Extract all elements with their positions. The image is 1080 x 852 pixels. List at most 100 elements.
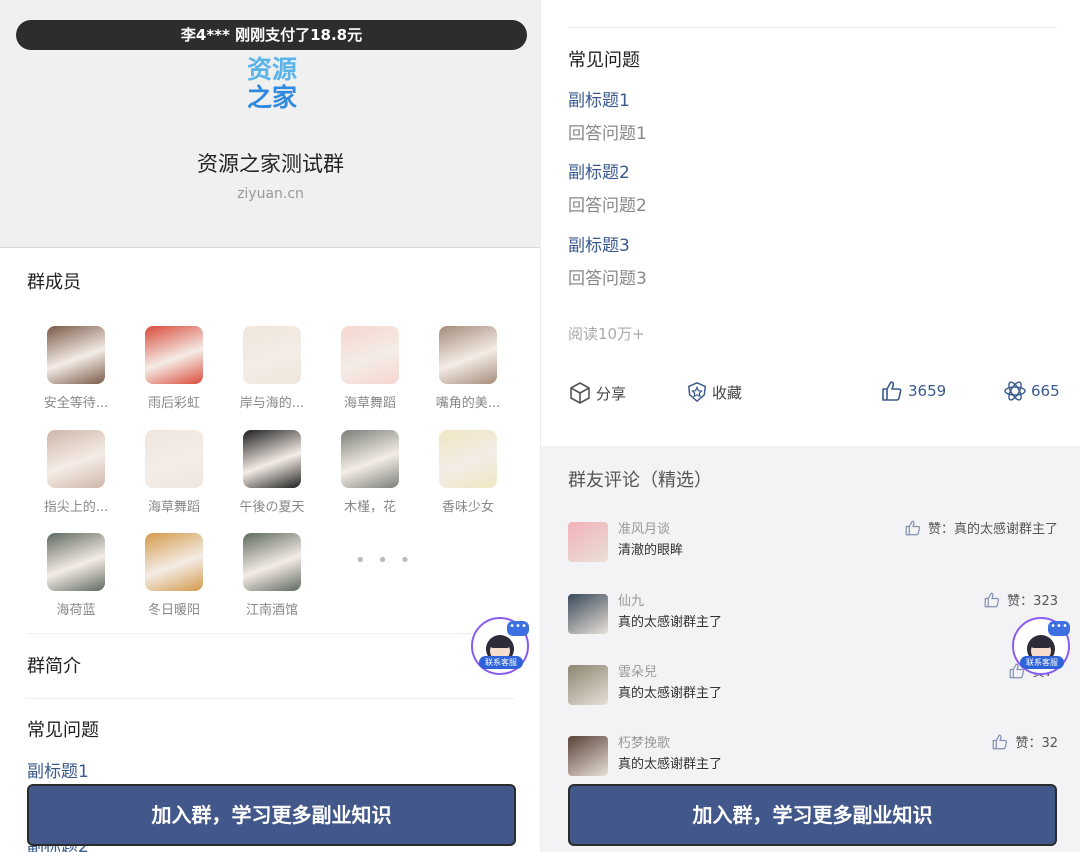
comment-user: 仙九	[618, 594, 645, 609]
watch-button[interactable]: 665	[1003, 379, 1060, 403]
comment-text: 真的太感谢群主了	[618, 615, 723, 630]
intro-title[interactable]: 群简介	[27, 652, 81, 678]
member-name: 海草舞蹈	[343, 396, 396, 411]
thumbs-up-icon	[984, 592, 1000, 607]
member-name: 海荷蓝	[56, 603, 96, 618]
like-count: 3659	[908, 382, 947, 400]
comment-like-button[interactable]: 赞：32	[991, 732, 1058, 751]
member-name: 木槿，花	[343, 500, 396, 515]
member-item[interactable]: 岸与海的...	[222, 326, 322, 411]
chat-bubble-icon: •••	[507, 621, 529, 636]
group-url: ziyuan.cn	[237, 186, 304, 202]
site-logo: 资源 之家	[244, 56, 300, 116]
comment-text: 清澈的眼眸	[618, 543, 684, 558]
divider	[568, 27, 1057, 28]
atom-icon	[1004, 381, 1026, 401]
cube-share-icon	[570, 382, 590, 404]
member-name: 香味少女	[441, 500, 494, 515]
view-count: 665	[1031, 382, 1060, 400]
join-group-button[interactable]: 加入群，学习更多副业知识	[27, 784, 516, 846]
faq-question: 副标题2	[568, 163, 630, 183]
collect-button[interactable]: 收藏	[686, 381, 742, 403]
thumbs-up-icon	[905, 520, 921, 535]
faq-answer: 回答问题2	[568, 196, 647, 216]
member-name: 午後の夏天	[239, 500, 305, 515]
comment-like-count: 赞：323	[1007, 594, 1058, 609]
join-group-button[interactable]: 加入群，学习更多副业知识	[568, 784, 1057, 846]
member-item[interactable]: 木槿，花	[320, 430, 420, 515]
comments-title: 群友评论（精选）	[568, 470, 712, 491]
member-item[interactable]: 嘴角的美...	[418, 326, 518, 411]
article-section: 常见问题 副标题1 回答问题1 副标题2 回答问题2 副标题3 回答问题3 阅读…	[541, 0, 1080, 446]
member-name: 安全等待...	[43, 396, 109, 411]
group-header: 李4*** 刚刚支付了18.8元 资源 之家 资源之家测试群 ziyuan.cn	[0, 0, 541, 248]
member-item[interactable]: 香味少女	[418, 430, 518, 515]
chat-bubble-icon: •••	[1048, 621, 1070, 636]
faq-title: 常见问题	[27, 720, 99, 741]
comment-avatar	[568, 736, 608, 776]
comment-like-button[interactable]: 赞：真的太感谢群主了	[904, 518, 1058, 537]
member-item[interactable]: 海荷蓝	[26, 533, 126, 618]
member-item[interactable]: 指尖上的...	[26, 430, 126, 515]
divider	[27, 698, 515, 699]
comment-like-button[interactable]: 赞：323	[983, 590, 1058, 609]
star-shield-icon	[687, 382, 707, 403]
member-avatar	[145, 326, 203, 384]
member-avatar	[341, 430, 399, 488]
member-name: 雨后彩虹	[147, 396, 200, 411]
comment-item: 仙九真的太感谢群主了 赞：323	[568, 590, 1058, 634]
member-item[interactable]: 江南酒馆	[222, 533, 322, 618]
thumbs-up-icon	[993, 734, 1008, 749]
comment-avatar	[568, 594, 608, 634]
member-avatar	[439, 430, 497, 488]
member-avatar	[47, 326, 105, 384]
members-title: 群成员	[27, 272, 81, 293]
comment-item: 准风月谈清澈的眼眸 赞：真的太感谢群主了	[568, 518, 1058, 562]
comment-like-count: 赞：真的太感谢群主了	[927, 522, 1058, 537]
group-name: 资源之家测试群	[197, 152, 344, 176]
comment-avatar	[568, 665, 608, 705]
customer-service-button[interactable]: ••• 联系客服	[471, 617, 529, 675]
member-avatar	[47, 430, 105, 488]
comment-avatar	[568, 522, 608, 562]
member-avatar	[145, 430, 203, 488]
member-item[interactable]: 海草舞蹈	[320, 326, 420, 411]
member-name: 嘴角的美...	[435, 396, 501, 411]
faq-question: 副标题1	[27, 762, 89, 782]
share-button[interactable]: 分享	[568, 381, 626, 405]
member-avatar	[47, 533, 105, 591]
member-avatar	[145, 533, 203, 591]
member-item[interactable]: 冬日暖阳	[124, 533, 224, 618]
logo-line-1: 资源	[246, 55, 297, 84]
customer-service-label: 联系客服	[479, 656, 523, 669]
comment-user: 雲朵兒	[618, 665, 658, 680]
comment-item: 朽梦挽歌 真的太感谢群主了 赞：32	[568, 732, 1058, 776]
comment-user: 准风月谈	[618, 522, 671, 537]
payment-ticker: 李4*** 刚刚支付了18.8元	[16, 20, 527, 50]
comment-item: 雲朵兒真的太感谢群主了赞：	[568, 661, 1058, 705]
faq-title: 常见问题	[568, 50, 640, 71]
customer-service-button[interactable]: ••• 联系客服	[1012, 617, 1070, 675]
member-avatar	[243, 533, 301, 591]
member-name: 冬日暖阳	[147, 603, 200, 618]
left-screen: 李4*** 刚刚支付了18.8元 资源 之家 资源之家测试群 ziyuan.cn…	[0, 0, 541, 852]
comment-like-count: 赞：32	[1015, 736, 1058, 751]
divider	[27, 633, 515, 634]
member-name: 海草舞蹈	[147, 500, 200, 515]
member-item[interactable]: 午後の夏天	[222, 430, 322, 515]
faq-question: 副标题1	[568, 91, 630, 111]
right-screen: 常见问题 副标题1 回答问题1 副标题2 回答问题2 副标题3 回答问题3 阅读…	[541, 0, 1080, 852]
thumbs-up-icon	[882, 381, 902, 401]
member-avatar	[439, 326, 497, 384]
faq-question: 副标题3	[568, 236, 630, 256]
member-name: 岸与海的...	[239, 396, 305, 411]
member-item[interactable]: 海草舞蹈	[124, 430, 224, 515]
member-name: 指尖上的...	[43, 500, 109, 515]
like-button[interactable]: 3659	[880, 379, 946, 403]
member-item[interactable]: 安全等待...	[26, 326, 126, 411]
logo-line-2: 之家	[246, 83, 297, 112]
member-item[interactable]: 雨后彩虹	[124, 326, 224, 411]
comment-text: 真的太感谢群主了	[618, 757, 723, 772]
more-members-button[interactable]: • • •	[355, 550, 413, 571]
member-avatar	[243, 326, 301, 384]
